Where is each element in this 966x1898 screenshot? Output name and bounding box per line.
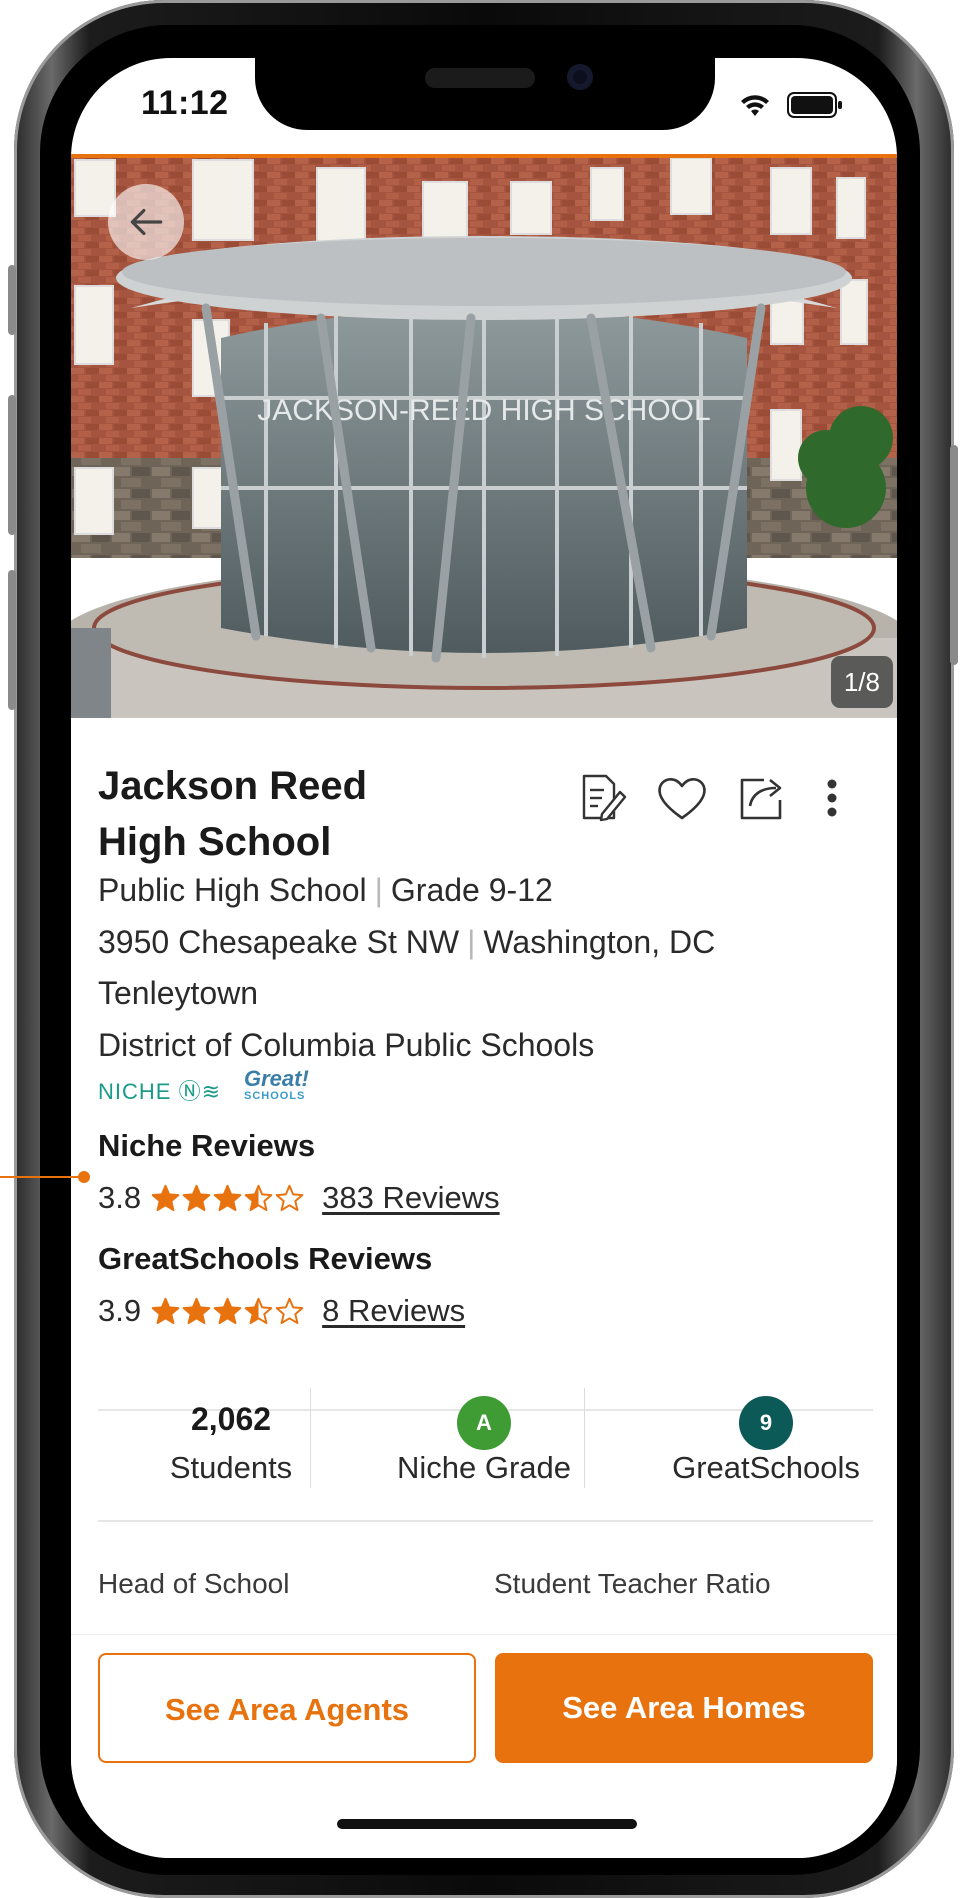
star-icon [275, 1297, 304, 1324]
home-indicator[interactable] [337, 1819, 637, 1829]
school-district: District of Columbia Public Schools [98, 1027, 595, 1063]
street-address: 3950 Chesapeake St NW [98, 924, 460, 960]
notch [255, 58, 715, 130]
students-label: Students [169, 1450, 293, 1485]
callout-dot [78, 1171, 90, 1183]
star-icon [244, 1184, 273, 1211]
niche-rating-value: 3.8 [98, 1180, 142, 1215]
school-name-line1: Jackson Reed [98, 764, 368, 808]
neighborhood: Tenleytown [98, 975, 259, 1011]
niche-reviews-title: Niche Reviews [98, 1128, 316, 1163]
back-button[interactable] [108, 184, 184, 260]
niche-reviews-link[interactable]: 383 Reviews [322, 1180, 499, 1216]
screen: 11:12 JACKSON-REED HIGH SCHOOL 1/8 Jacks… [71, 58, 897, 1858]
school-building-illustration: JACKSON-REED HIGH SCHOOL [71, 158, 897, 718]
school-type: Public High School [98, 872, 367, 908]
students-count: 2,062 [190, 1401, 272, 1437]
star-icon [275, 1184, 304, 1211]
notes-icon[interactable] [572, 770, 628, 826]
greatschools-label: GreatSchools [672, 1450, 860, 1485]
star-icon [244, 1297, 273, 1324]
building-sign: JACKSON-REED HIGH SCHOOL [257, 394, 710, 427]
school-photo[interactable]: JACKSON-REED HIGH SCHOOL 1/8 [71, 154, 897, 718]
more-vertical-icon[interactable] [820, 770, 844, 826]
star-icon [151, 1184, 180, 1211]
school-type-line: Public High School | Grade 9-12 [98, 872, 553, 909]
see-area-homes-button[interactable]: See Area Homes [495, 1653, 873, 1763]
phone-volume-up [8, 395, 16, 535]
greatschools-reviews-link[interactable]: 8 Reviews [322, 1293, 465, 1329]
greatschools-rating-badge: 9 [739, 1396, 793, 1450]
battery-icon [787, 92, 842, 118]
head-of-school-label: Head of School [98, 1568, 290, 1599]
photo-counter: 1/8 [830, 656, 893, 708]
niche-rating-row: 3.8 383 Reviews [98, 1178, 500, 1218]
see-area-agents-button[interactable]: See Area Agents [98, 1653, 476, 1763]
niche-grade-badge: A [457, 1396, 511, 1450]
star-icon [213, 1184, 242, 1211]
students-stat: 2,062 Students [106, 1394, 356, 1486]
star-icon [213, 1297, 242, 1324]
status-time: 11:12 [141, 84, 229, 122]
niche-logo: NICHE Ⓝ≋ [98, 1079, 221, 1104]
callout-line [0, 1176, 84, 1178]
wifi-icon [741, 95, 769, 116]
niche-star-rating [151, 1184, 306, 1213]
school-name-line2: High School [98, 820, 332, 864]
greatschools-stat: 9 GreatSchools [641, 1394, 891, 1486]
divider [98, 1520, 873, 1522]
city: Washington, DC [483, 924, 716, 960]
niche-grade-stat: A Niche Grade [359, 1394, 609, 1486]
grade-range: Grade 9-12 [390, 872, 553, 908]
notch-speaker [425, 68, 535, 88]
greatschools-rating-value: 3.9 [98, 1293, 142, 1328]
phone-mute-switch [8, 265, 16, 335]
bottom-action-bar: See Area Agents See Area Homes [71, 1634, 897, 1858]
heart-icon[interactable] [654, 770, 710, 826]
student-teacher-ratio-label: Student Teacher Ratio [494, 1568, 771, 1599]
phone-volume-down [8, 570, 16, 710]
greatschools-logo: Great! [244, 1066, 309, 1091]
separator: | [374, 872, 383, 908]
school-name: Jackson Reed High School [98, 758, 478, 870]
camera-icon [567, 64, 593, 90]
star-icon [182, 1184, 211, 1211]
address-line: 3950 Chesapeake St NW | Washington, DC [98, 924, 715, 961]
star-icon [151, 1297, 180, 1324]
share-icon[interactable] [734, 770, 790, 826]
greatschools-star-rating [151, 1297, 306, 1326]
greatschools-reviews-title: GreatSchools Reviews [98, 1241, 433, 1276]
greatschools-logo-subtext: SCHOOLS [244, 1090, 306, 1102]
star-icon [182, 1297, 211, 1324]
separator: | [467, 924, 476, 960]
stat-divider [584, 1388, 585, 1488]
stat-divider [310, 1388, 311, 1488]
greatschools-rating-row: 3.9 8 Reviews [98, 1291, 465, 1331]
back-arrow-icon [130, 208, 163, 236]
niche-grade-label: Niche Grade [396, 1450, 572, 1485]
phone-power-button [950, 445, 958, 665]
